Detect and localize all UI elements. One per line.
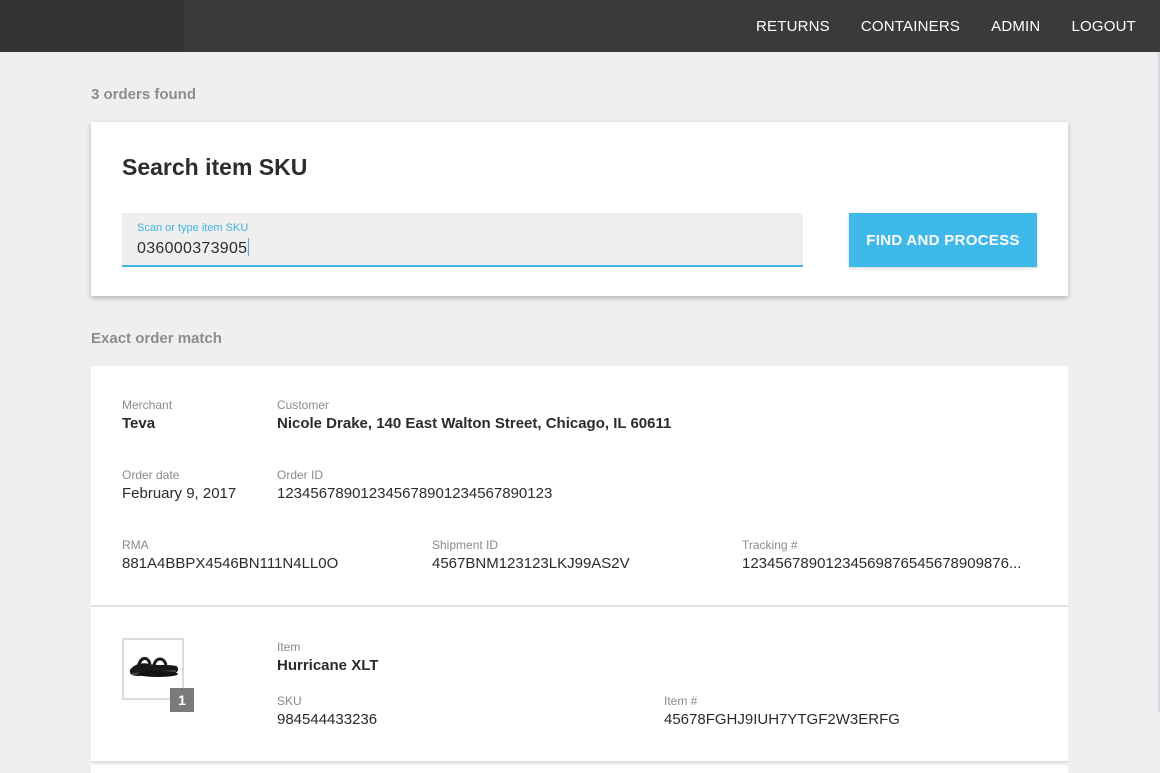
text-cursor [248, 238, 250, 256]
order-date-field: Order date February 9, 2017 [122, 468, 236, 502]
order-item-card: 1 Item Hurricane XLT SKU 984544433236 It… [91, 607, 1068, 763]
item-number-field: Item # 45678FGHJ9IUH7YTGF2W3ERFG [664, 694, 900, 728]
sku-label: SKU [277, 694, 302, 708]
exact-order-match-heading: Exact order match [91, 330, 222, 347]
orders-found-count: 3 orders found [91, 86, 197, 103]
quantity-badge: 1 [170, 688, 194, 712]
order-id-value: 123456789012345678901234567890123 [277, 485, 553, 502]
nav-admin-link[interactable]: ADMIN [991, 18, 1040, 35]
merchant-label: Merchant [122, 398, 173, 412]
logo-area [0, 0, 184, 52]
main-nav: RETURNS CONTAINERS ADMIN LOGOUT [756, 0, 1136, 52]
sku-field-label: Scan or type item SKU [137, 222, 249, 234]
item-name-field: Item Hurricane XLT [277, 640, 378, 674]
shipment-id-value: 4567BNM123123LKJ99AS2V [432, 555, 630, 572]
rma-label: RMA [122, 538, 149, 552]
customer-value: Nicole Drake, 140 East Walton Street, Ch… [277, 415, 672, 432]
nav-logout-link[interactable]: LOGOUT [1071, 18, 1136, 35]
sku-field-value: 036000373905 [137, 240, 248, 257]
sku-value: 984544433236 [277, 711, 378, 728]
shipment-id-label: Shipment ID [432, 538, 499, 552]
sandal-icon [129, 657, 179, 677]
rma-field: RMA 881A4BBPX4546BN111N4LL0O [122, 538, 338, 572]
customer-label: Customer [277, 398, 330, 412]
merchant-value: Teva [122, 415, 156, 432]
find-and-process-button[interactable]: FIND AND PROCESS [849, 213, 1037, 267]
tracking-label: Tracking # [742, 538, 798, 552]
sku-field: SKU 984544433236 [277, 694, 377, 728]
item-number-value: 45678FGHJ9IUH7YTGF2W3ERFG [664, 711, 900, 728]
tracking-value: 12345678901234569876545678909876... [742, 555, 1022, 572]
merchant-field: Merchant Teva [122, 398, 172, 432]
rma-value: 881A4BBPX4546BN111N4LL0O [122, 555, 339, 572]
order-date-value: February 9, 2017 [122, 485, 237, 502]
customer-field: Customer Nicole Drake, 140 East Walton S… [277, 398, 671, 432]
search-card: Search item SKU Scan or type item SKU 03… [91, 122, 1068, 296]
search-title: Search item SKU [122, 154, 308, 180]
tracking-field: Tracking # 12345678901234569876545678909… [742, 538, 1042, 572]
nav-returns-link[interactable]: RETURNS [756, 18, 830, 35]
top-navigation-bar: RETURNS CONTAINERS ADMIN LOGOUT [0, 0, 1160, 52]
order-id-label: Order ID [277, 468, 324, 482]
shipment-id-field: Shipment ID 4567BNM123123LKJ99AS2V [432, 538, 630, 572]
order-details-card: Merchant Teva Customer Nicole Drake, 140… [91, 366, 1068, 607]
order-date-label: Order date [122, 468, 180, 482]
nav-containers-link[interactable]: CONTAINERS [861, 18, 960, 35]
sku-field-value-wrap: 036000373905 [137, 238, 250, 258]
item-name-value: Hurricane XLT [277, 657, 379, 674]
sku-search-input[interactable]: Scan or type item SKU 036000373905 [122, 213, 803, 267]
item-label: Item [277, 640, 301, 654]
order-id-field: Order ID 1234567890123456789012345678901… [277, 468, 552, 502]
next-item-card [91, 765, 1068, 773]
item-number-label: Item # [664, 694, 698, 708]
